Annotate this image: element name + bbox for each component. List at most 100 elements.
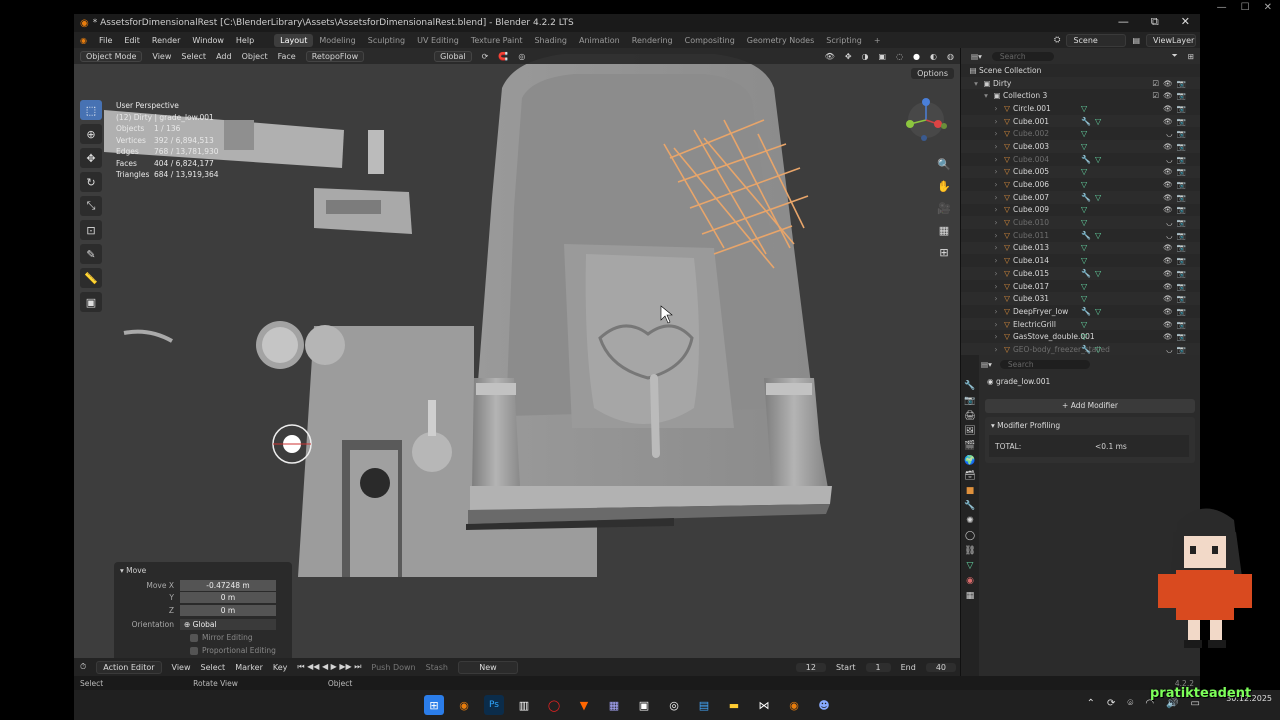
select-menu[interactable]: Select [181, 52, 206, 61]
editor-type-icon[interactable]: ⏱ [80, 662, 86, 672]
current-frame-field[interactable]: 12 [795, 662, 826, 672]
visibility-icon[interactable]: 👁 [825, 52, 835, 61]
expand-icon[interactable]: › [991, 117, 1001, 126]
end-frame-field[interactable]: 40 [925, 662, 956, 672]
cursor-tool-icon[interactable]: ⊕ [80, 124, 102, 144]
move-y-field[interactable]: 0 m [180, 592, 276, 604]
expand-icon[interactable]: › [991, 104, 1001, 113]
expand-icon[interactable]: › [991, 307, 1001, 316]
zoom-icon[interactable]: 🔍 [936, 158, 952, 172]
menu-render[interactable]: Render [146, 36, 186, 45]
outliner-object-row[interactable]: › ▽ Cube.007 🔧 ▽ 👁📷 [961, 190, 1200, 204]
collection-3-row[interactable]: ▾ ▣ Collection 3 ☑👁📷 [961, 89, 1200, 102]
start-icon[interactable]: ⊞ [424, 695, 444, 715]
perspective-grid-icon[interactable]: ▦ [936, 224, 952, 238]
properties-search[interactable]: Search [999, 359, 1090, 369]
outliner-search[interactable]: Search [991, 51, 1054, 61]
expand-icon[interactable]: › [991, 345, 1001, 354]
outliner-object-row[interactable]: › ▽ Cube.017 ▽ 👁📷 [961, 280, 1200, 293]
quad-view-icon[interactable]: ⊞ [936, 246, 952, 260]
expand-icon[interactable]: › [991, 231, 1001, 240]
visibility-toggles[interactable]: 👁📷 [1163, 117, 1190, 126]
outliner-object-row[interactable]: › ▽ Cube.031 ▽ 👁📷 [961, 292, 1200, 306]
scene-tab-icon[interactable]: 🎬 [964, 441, 975, 451]
display-mode-icon[interactable]: ▤▾ [971, 52, 982, 61]
constraints-tab-icon[interactable]: ⛓ [964, 546, 975, 556]
view-layer-field[interactable]: ViewLayer [1146, 33, 1196, 47]
play-controls[interactable]: ⏮ ◀◀ ◀ ▶ ▶▶ ⏭ [297, 662, 361, 672]
filter-icon[interactable]: ⏷ [1172, 51, 1178, 61]
render-tab-icon[interactable]: 📷 [964, 396, 975, 406]
measure-tool-icon[interactable]: 📏 [80, 268, 102, 288]
particles-tab-icon[interactable]: ✺ [966, 516, 974, 526]
maximize-icon[interactable]: ☐ [1241, 2, 1250, 13]
xray-icon[interactable]: ▣ [879, 52, 887, 61]
menu-edit[interactable]: Edit [118, 36, 146, 45]
expand-icon[interactable]: › [991, 282, 1001, 291]
retopoflow-menu[interactable]: RetopoFlow [305, 50, 365, 62]
material-tab-icon[interactable]: ◉ [966, 576, 974, 586]
expand-icon[interactable]: › [991, 205, 1001, 214]
tab-sculpting[interactable]: Sculpting [362, 34, 411, 47]
visibility-toggles[interactable]: 👁📷 [1163, 332, 1190, 341]
texture-tab-icon[interactable]: ▦ [966, 591, 975, 601]
object-tab-icon[interactable]: ■ [966, 486, 975, 496]
outliner-object-row[interactable]: › ▽ Circle.001 ▽ 👁📷 [961, 102, 1200, 115]
proportional-editing-checkbox[interactable]: Proportional Editing [114, 644, 292, 657]
3d-viewport[interactable]: Object Mode View Select Add Object Face … [74, 48, 960, 658]
view-menu[interactable]: View [152, 52, 171, 61]
operation-title[interactable]: ▾ Move [114, 562, 292, 579]
timeline-key-menu[interactable]: Key [273, 663, 288, 672]
shading-rendered-icon[interactable]: ◍ [947, 52, 954, 61]
minimize-icon[interactable]: — [1217, 2, 1227, 13]
data-tab-icon[interactable]: ▽ [967, 561, 974, 571]
opera-icon[interactable]: ◯ [544, 695, 564, 715]
tab-layout[interactable]: Layout [274, 33, 314, 47]
tab-animation[interactable]: Animation [573, 34, 626, 47]
brave-icon[interactable]: ▼ [574, 695, 594, 715]
new-action-button[interactable]: New [457, 660, 518, 674]
maximize-icon[interactable]: ⧉ [1151, 15, 1159, 29]
proportional-icon[interactable]: ◎ [518, 52, 525, 61]
expand-icon[interactable]: › [991, 193, 1001, 202]
visibility-toggles[interactable]: 👁📷 [1163, 307, 1190, 316]
scale-tool-icon[interactable]: ⤡ [80, 196, 102, 216]
close-icon[interactable]: ✕ [1264, 2, 1272, 13]
visibility-toggles[interactable]: ◡📷 [1166, 345, 1190, 354]
profiling-header[interactable]: ▾ Modifier Profiling [985, 417, 1195, 434]
face-menu[interactable]: Face [278, 52, 296, 61]
tab-rendering[interactable]: Rendering [626, 34, 679, 47]
add-menu[interactable]: Add [216, 52, 232, 61]
blender-running-icon[interactable]: ◉ [784, 695, 804, 715]
select-box-icon[interactable]: ⬚ [80, 100, 102, 120]
visibility-toggles[interactable]: ◡📷 [1166, 155, 1190, 164]
overlay-toggle-icon[interactable]: ◑ [862, 52, 869, 61]
outliner-object-row[interactable]: › ▽ Cube.015 🔧 ▽ 👁📷 [961, 267, 1200, 280]
outliner-object-row[interactable]: › ▽ Cube.006 ▽ 👁📷 [961, 178, 1200, 191]
gizmo-toggle-icon[interactable]: ✥ [845, 52, 852, 61]
outliner-object-row[interactable]: › ▽ GasStove_double.001 ▽ 👁📷 [961, 330, 1200, 343]
pivot-icon[interactable]: ⟳ [482, 52, 489, 61]
stash-button[interactable]: Stash [426, 663, 448, 672]
code-icon[interactable]: ⋈ [754, 695, 774, 715]
outliner-object-row[interactable]: › ▽ Cube.001 🔧 ▽ 👁📷 [961, 114, 1200, 128]
outliner-object-row[interactable]: › ▽ ElectricGrill ▽ 👁📷 [961, 317, 1200, 331]
expand-icon[interactable]: › [991, 167, 1001, 176]
modifier-tab-icon[interactable]: 🔧 [964, 501, 975, 511]
visibility-toggles[interactable]: 👁📷 [1163, 193, 1190, 202]
scene-field[interactable]: Scene [1066, 33, 1127, 47]
minimize-icon[interactable]: — [1118, 15, 1129, 29]
explorer-icon[interactable]: ▬ [724, 695, 744, 715]
transform-orientation-dropdown[interactable]: Global [434, 50, 472, 62]
store-icon[interactable]: ▦ [604, 695, 624, 715]
outliner-object-row[interactable]: › ▽ DeepFryer_low 🔧 ▽ 👁📷 [961, 305, 1200, 318]
outliner-object-row[interactable]: › ▽ Cube.005 ▽ 👁📷 [961, 165, 1200, 179]
expand-icon[interactable]: › [991, 129, 1001, 138]
expand-icon[interactable]: › [991, 155, 1001, 164]
expand-icon[interactable]: › [991, 180, 1001, 189]
navigation-gizmo[interactable] [898, 96, 948, 146]
discord-icon[interactable]: ☻ [814, 695, 834, 715]
tab-scripting[interactable]: Scripting [820, 34, 868, 47]
expand-icon[interactable]: › [991, 332, 1001, 341]
action-editor-dropdown[interactable]: Action Editor [96, 660, 162, 674]
